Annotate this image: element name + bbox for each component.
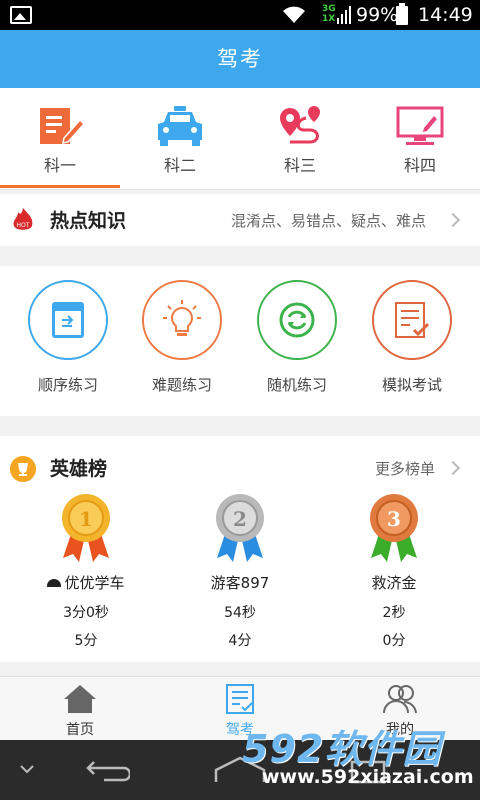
medal-rank: 2 xyxy=(233,507,247,531)
checklist-icon xyxy=(395,302,430,338)
tab-label: 科二 xyxy=(163,156,196,175)
hot-badge-text: HOT xyxy=(17,222,30,229)
chevron-right-icon xyxy=(445,212,461,228)
back-icon[interactable] xyxy=(84,758,130,782)
practice-label: 随机练习 xyxy=(266,376,327,394)
tab-subject-1[interactable]: 科一 xyxy=(0,88,120,190)
home-button-icon[interactable] xyxy=(214,756,266,782)
network-type: 3G 1X xyxy=(322,4,336,24)
chevron-right-icon xyxy=(445,460,461,476)
random-practice-button[interactable]: 随机练习 xyxy=(237,266,357,416)
practice-label: 模拟考试 xyxy=(381,376,442,394)
leaderboard-title: 英雄榜 xyxy=(50,458,108,480)
practice-label: 顺序练习 xyxy=(37,376,98,394)
icon-circle xyxy=(257,280,337,360)
trophy-icon xyxy=(10,456,36,482)
calendar-icon xyxy=(52,302,84,338)
monitor-edit-icon xyxy=(396,106,444,145)
hero-name-text: 优优学车 xyxy=(64,574,125,592)
hero-time: 2秒 xyxy=(382,605,406,621)
hero-entry[interactable]: 2 游客897 54秒 4分 xyxy=(160,492,320,662)
medal-rank: 1 xyxy=(79,507,93,531)
medal-rank: 3 xyxy=(387,507,401,531)
gold-medal-icon: 1 xyxy=(62,494,110,562)
document-edit-icon xyxy=(40,108,84,144)
tab-exam[interactable]: 驾考 xyxy=(160,677,320,741)
sequential-practice-button[interactable]: 顺序练习 xyxy=(8,266,128,416)
tab-subject-3[interactable]: 科三 xyxy=(240,88,360,190)
hero-entry[interactable]: 1 优优学车 3分0秒 5分 xyxy=(6,492,166,662)
hot-knowledge-row[interactable]: HOT 热点知识 混淆点、易错点、疑点、难点 xyxy=(0,194,480,246)
battery-icon xyxy=(396,3,408,25)
status-bar: 3G 1X 99% 14:49 xyxy=(0,0,480,30)
mock-exam-button[interactable]: 模拟考试 xyxy=(352,266,472,416)
hero-time: 54秒 xyxy=(224,605,256,621)
image-notification-icon xyxy=(10,6,32,24)
tab-home[interactable]: 首页 xyxy=(0,677,160,741)
icon-circle xyxy=(372,280,452,360)
tab-subject-2[interactable]: 科二 xyxy=(120,88,240,190)
hero-time: 3分0秒 xyxy=(63,605,109,621)
practice-label: 难题练习 xyxy=(151,376,212,394)
hero-entry[interactable]: 3 救济金 2秒 0分 xyxy=(314,492,474,662)
silver-medal-icon: 2 xyxy=(216,494,264,562)
home-icon xyxy=(64,685,96,713)
tab-mine[interactable]: 我的 xyxy=(320,677,480,741)
practice-grid: 顺序练习 难题练习 随机练习 模拟考试 xyxy=(0,266,480,416)
hero-score: 5分 xyxy=(74,633,98,649)
subject-tabs: 科一 科二 科三 科四 xyxy=(0,88,480,190)
recent-apps-icon[interactable] xyxy=(350,756,390,784)
battery-percent: 99% xyxy=(356,4,399,26)
hero-name: 游客897 xyxy=(210,574,270,592)
hot-description: 混淆点、易错点、疑点、难点 xyxy=(231,212,427,230)
page-title: 驾考 xyxy=(0,30,480,88)
hero-score: 0分 xyxy=(382,633,406,649)
exam-list-icon xyxy=(226,684,254,714)
hero-leaderboard: 英雄榜 更多榜单 1 优优学车 3分0秒 5分 2 游客897 54秒 4分 3… xyxy=(0,436,480,662)
signal-icon xyxy=(337,6,351,24)
hero-name: 救济金 xyxy=(371,574,417,592)
hot-flame-icon: HOT xyxy=(13,208,33,230)
tab-subject-4[interactable]: 科四 xyxy=(360,88,480,190)
icon-circle xyxy=(28,280,108,360)
tab-label: 首页 xyxy=(66,722,94,738)
bronze-medal-icon: 3 xyxy=(370,494,418,562)
clock: 14:49 xyxy=(418,4,473,26)
hero-score: 4分 xyxy=(228,633,252,649)
car-icon xyxy=(158,106,202,146)
tab-label: 驾考 xyxy=(226,722,254,738)
selected-tab-indicator xyxy=(0,185,120,188)
hot-title: 热点知识 xyxy=(50,210,127,232)
tab-label: 科三 xyxy=(283,156,316,175)
icon-circle xyxy=(142,280,222,360)
hero-name: 优优学车 xyxy=(6,572,166,593)
tab-label: 科四 xyxy=(403,156,436,175)
more-rankings-link[interactable]: 更多榜单 xyxy=(375,458,435,479)
wifi-icon xyxy=(283,6,305,23)
difficult-practice-button[interactable]: 难题练习 xyxy=(122,266,242,416)
android-icon xyxy=(47,579,62,587)
shuffle-icon xyxy=(279,302,315,338)
lightbulb-icon xyxy=(163,300,201,336)
bottom-tab-bar: 首页 驾考 我的 xyxy=(0,676,480,740)
chevron-down-icon[interactable] xyxy=(20,764,34,774)
users-icon xyxy=(383,685,417,714)
tab-label: 我的 xyxy=(386,722,414,738)
tab-label: 科一 xyxy=(43,156,76,175)
system-nav-bar xyxy=(0,740,480,800)
route-pin-icon xyxy=(280,106,320,144)
